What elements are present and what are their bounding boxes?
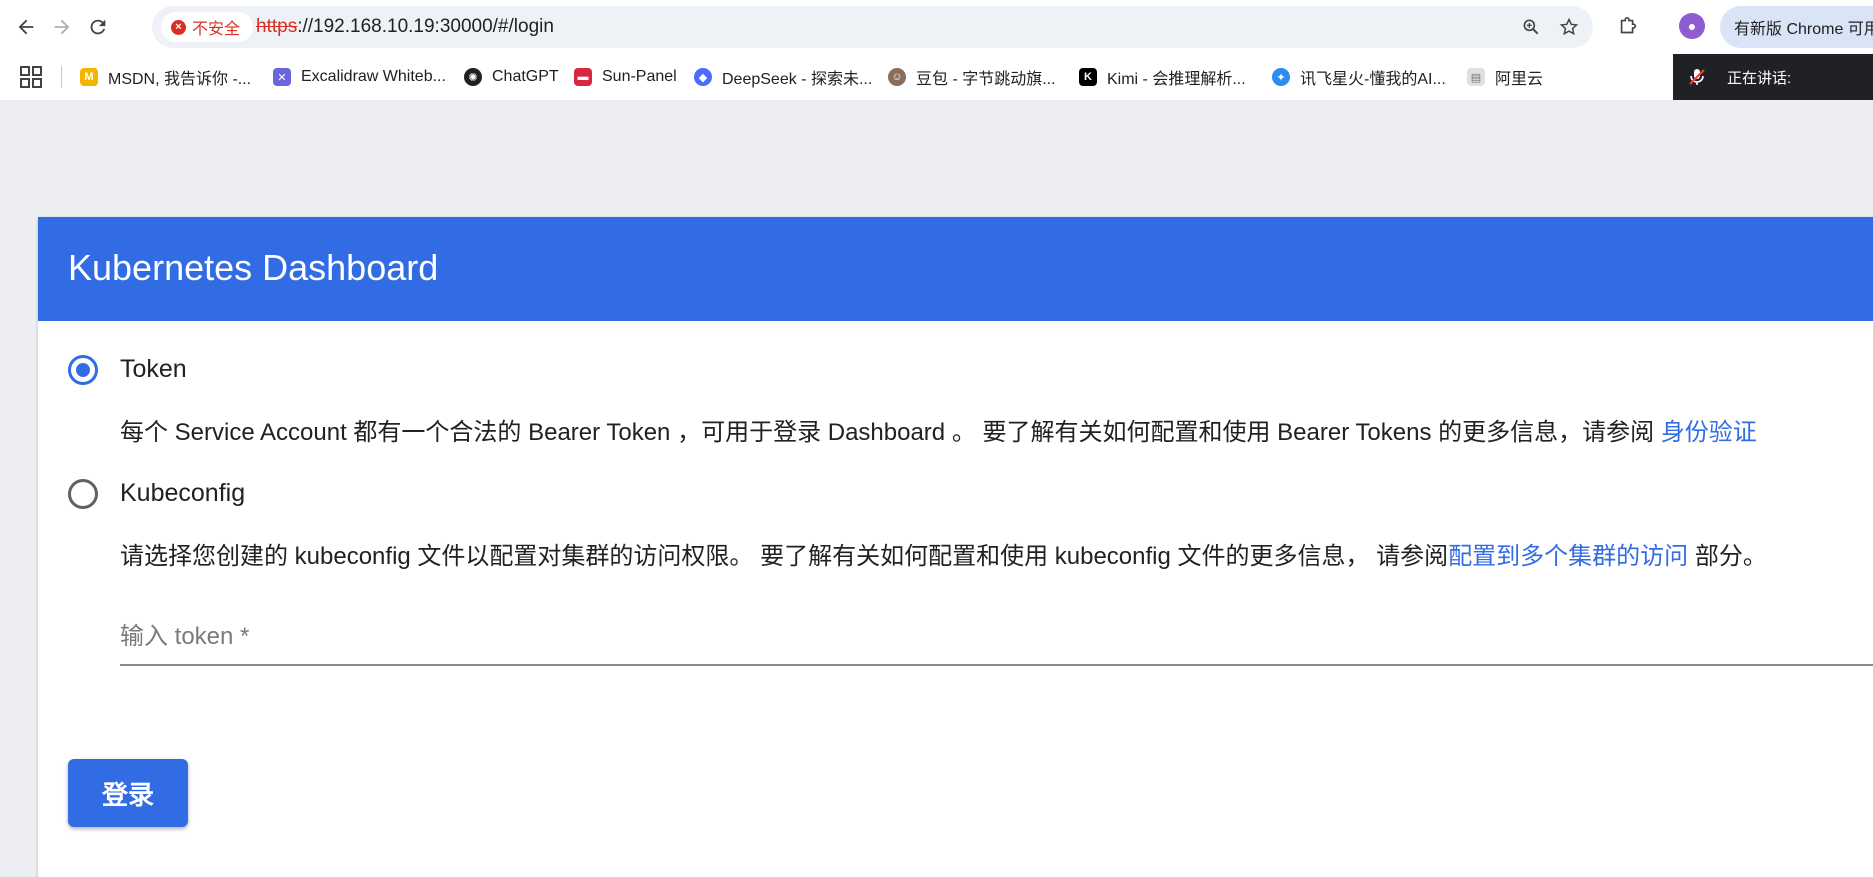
- multi-cluster-doc-link[interactable]: 配置到多个集群的访问: [1448, 543, 1688, 570]
- star-icon: [1559, 17, 1579, 36]
- card-header: Kubernetes Dashboard: [38, 217, 1873, 321]
- kubeconfig-description-text: 请选择您创建的 kubeconfig 文件以配置对集群的访问权限。 要了解有关如…: [120, 543, 1449, 570]
- reload-button[interactable]: [82, 11, 114, 43]
- bookmarks-divider: [61, 66, 62, 88]
- speaking-indicator: 正在讲话:: [1673, 54, 1873, 100]
- zoom-button[interactable]: [1519, 15, 1543, 39]
- security-label: 不安全: [192, 21, 241, 38]
- xunfei-spark-icon: ✦: [1272, 68, 1290, 86]
- bookmark-label: MSDN, 我告诉你 -...: [108, 71, 252, 88]
- bookmark-label: 讯飞星火-懂我的AI...: [1300, 71, 1446, 88]
- login-button[interactable]: 登录: [68, 759, 188, 827]
- deepseek-whale-icon: ◆: [694, 68, 712, 86]
- arrow-right-icon: [54, 19, 70, 35]
- address-bar[interactable]: × 不安全 https://192.168.10.19:30000/#/logi…: [152, 6, 1593, 48]
- token-description-text: 每个 Service Account 都有一个合法的 Bearer Token …: [120, 419, 1661, 446]
- bookmark-label: DeepSeek - 探索未...: [722, 71, 873, 88]
- bookmark-label: Excalidraw Whiteb...: [301, 68, 446, 85]
- kimi-icon: K: [1079, 68, 1097, 86]
- login-card: Kubernetes Dashboard Token 每个 Service Ac…: [38, 217, 1873, 877]
- auth-doc-link[interactable]: 身份验证: [1661, 419, 1757, 446]
- mic-muted-icon: [1689, 69, 1705, 85]
- update-chrome-button[interactable]: 有新版 Chrome 可用: [1720, 6, 1873, 48]
- bookmark-label: 豆包 - 字节跳动旗...: [916, 71, 1056, 88]
- bookmark-label: ChatGPT: [492, 68, 559, 85]
- token-radio-label[interactable]: Token: [120, 355, 187, 384]
- token-description: 每个 Service Account 都有一个合法的 Bearer Token …: [120, 412, 1757, 447]
- profile-avatar[interactable]: ●: [1679, 13, 1705, 39]
- apps-grid-icon[interactable]: [20, 66, 42, 88]
- doubao-avatar-icon: ☺: [888, 68, 906, 86]
- bookmark-deepseek[interactable]: ◆ DeepSeek - 探索未...: [694, 64, 872, 90]
- puzzle-icon: [1620, 17, 1637, 34]
- bookmark-kimi[interactable]: K Kimi - 会推理解析...: [1079, 64, 1246, 90]
- bookmark-excalidraw[interactable]: ✕ Excalidraw Whiteb...: [273, 64, 446, 90]
- security-indicator[interactable]: × 不安全: [161, 12, 253, 42]
- extensions-button[interactable]: [1612, 11, 1644, 43]
- kubeconfig-radio-label[interactable]: Kubeconfig: [120, 479, 245, 508]
- speaking-label: 正在讲话:: [1727, 69, 1792, 87]
- bookmark-label: Sun-Panel: [602, 68, 677, 85]
- msdn-icon: M: [80, 68, 98, 86]
- token-input[interactable]: [120, 610, 1873, 666]
- bookmark-chatgpt[interactable]: ✺ ChatGPT: [464, 64, 559, 90]
- toolbox-icon: ▬: [574, 68, 592, 86]
- bookmark-xunfei[interactable]: ✦ 讯飞星火-懂我的AI...: [1272, 64, 1446, 90]
- kubeconfig-radio[interactable]: [68, 479, 98, 509]
- token-radio[interactable]: [68, 355, 98, 385]
- browser-toolbar: × 不安全 https://192.168.10.19:30000/#/logi…: [0, 0, 1873, 54]
- bookmark-aliyun[interactable]: ▤ 阿里云: [1467, 64, 1543, 90]
- bookmark-sun-panel[interactable]: ▬ Sun-Panel: [574, 64, 677, 90]
- reload-icon: [90, 19, 106, 35]
- url-scheme: https: [256, 16, 298, 37]
- url-path: ://192.168.10.19:30000/#/login: [297, 16, 554, 37]
- kubeconfig-description-tail: 部分。: [1688, 543, 1767, 570]
- bookmark-msdn[interactable]: M MSDN, 我告诉你 -...: [80, 64, 251, 90]
- bookmark-star-button[interactable]: [1557, 15, 1581, 39]
- not-secure-icon: ×: [171, 19, 186, 35]
- update-label: 有新版 Chrome 可用: [1734, 21, 1873, 38]
- bookmark-doubao[interactable]: ☺ 豆包 - 字节跳动旗...: [888, 64, 1056, 90]
- zoom-icon: [1523, 19, 1539, 35]
- back-button[interactable]: [10, 11, 42, 43]
- user-icon: ●: [1687, 18, 1697, 34]
- chatgpt-icon: ✺: [464, 68, 482, 86]
- page-icon: ▤: [1467, 68, 1485, 86]
- bookmark-label: Kimi - 会推理解析...: [1107, 71, 1246, 88]
- kubeconfig-description: 请选择您创建的 kubeconfig 文件以配置对集群的访问权限。 要了解有关如…: [120, 536, 1767, 571]
- excalidraw-icon: ✕: [273, 68, 291, 86]
- url-text[interactable]: https://192.168.10.19:30000/#/login: [256, 16, 554, 38]
- arrow-left-icon: [18, 19, 34, 35]
- bookmark-label: 阿里云: [1495, 71, 1544, 88]
- forward-button[interactable]: [46, 11, 78, 43]
- page-title: Kubernetes Dashboard: [68, 247, 439, 288]
- bookmarks-bar: M MSDN, 我告诉你 -... ✕ Excalidraw Whiteb...…: [0, 54, 1873, 100]
